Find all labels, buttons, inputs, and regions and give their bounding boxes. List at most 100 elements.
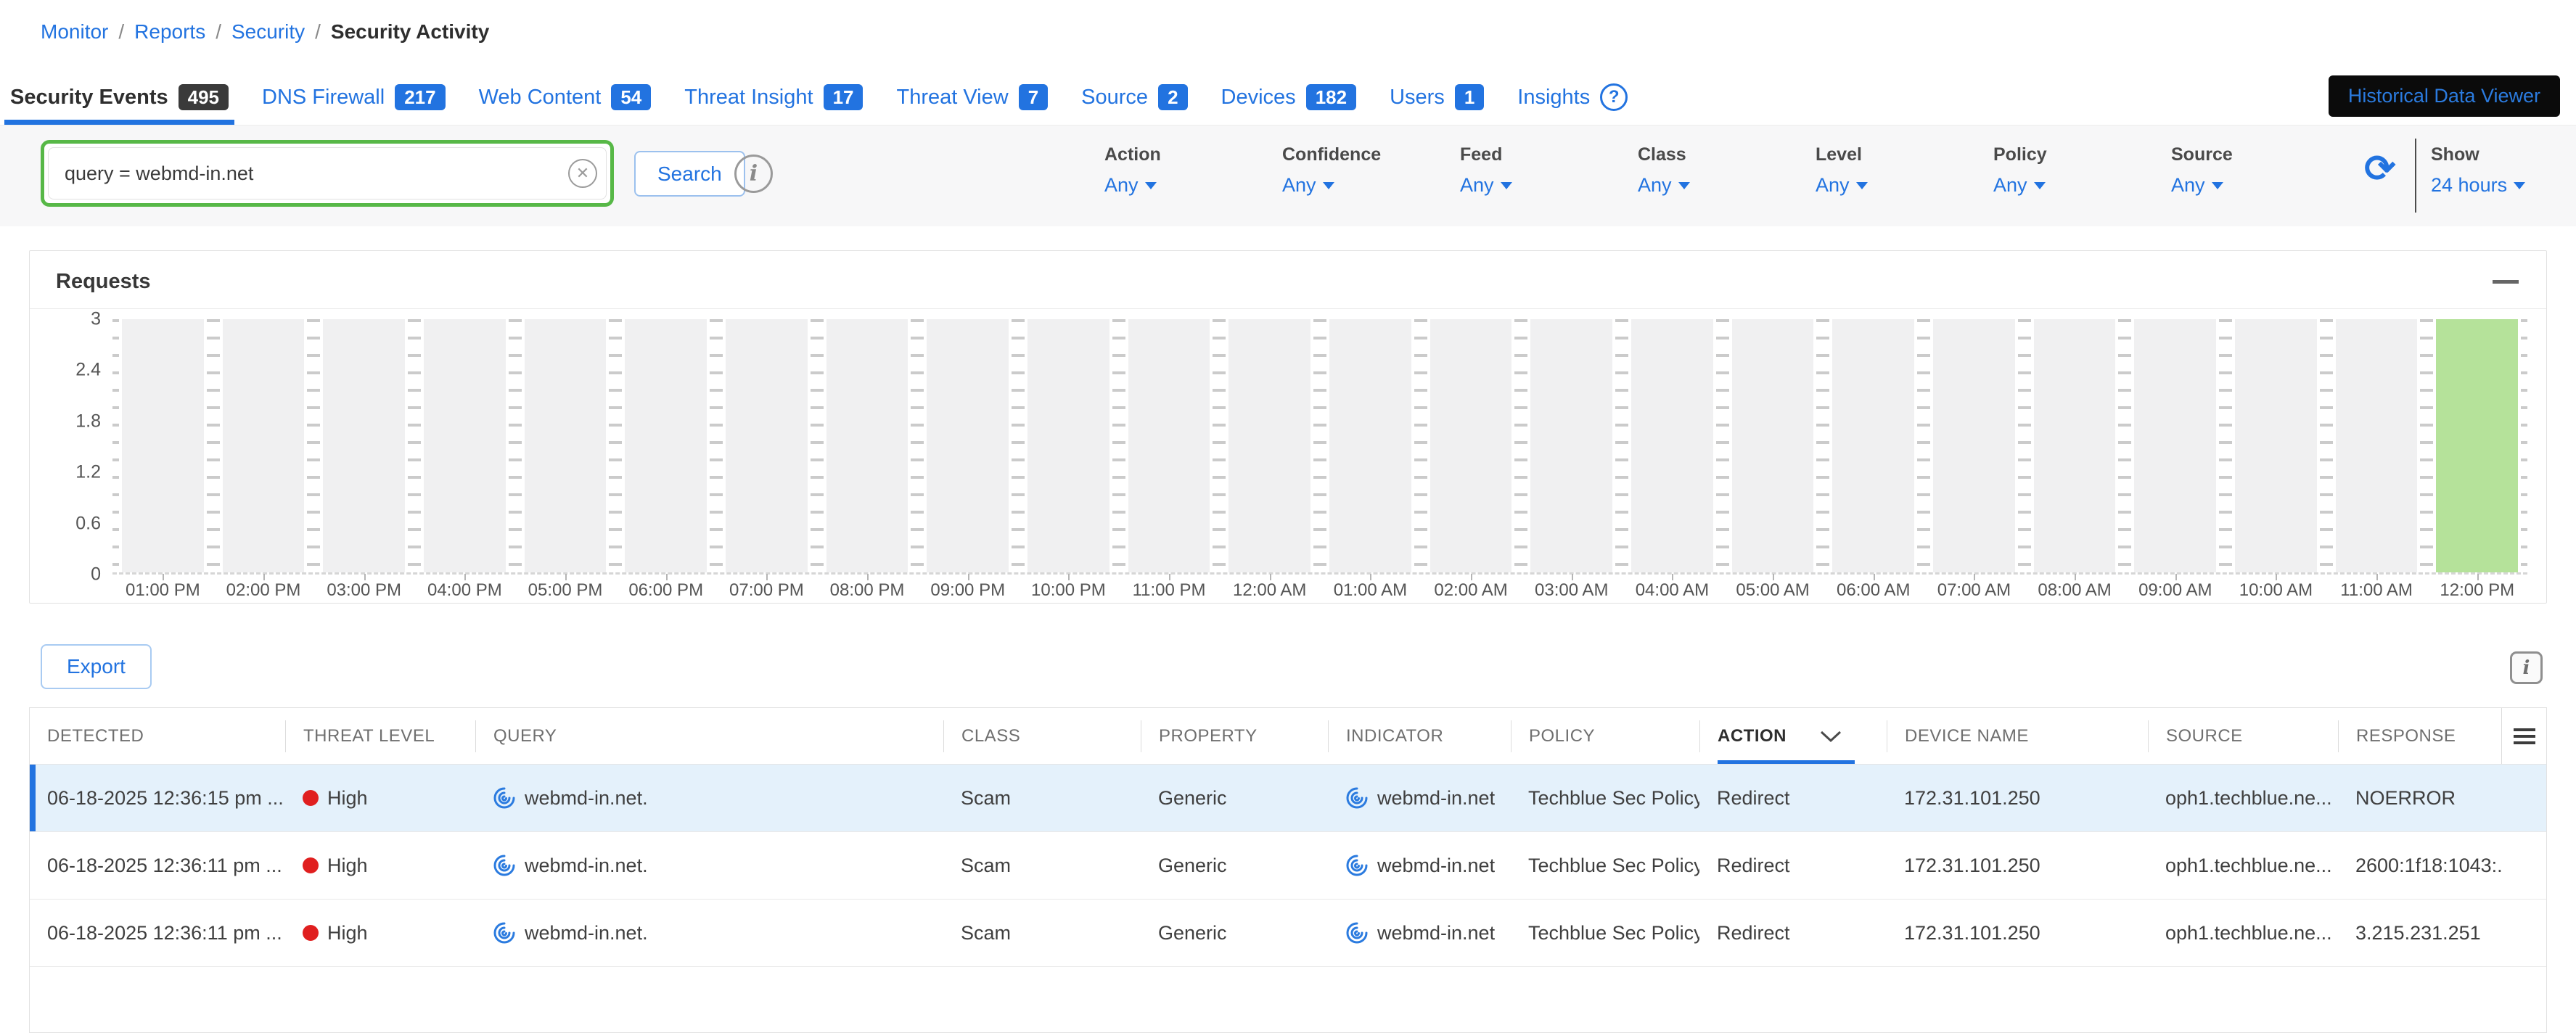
chart-slot [1421,319,1522,572]
cell-text: webmd-in.net. [525,787,648,810]
table-body: 06-18-2025 12:36:15 pm ...Highwebmd-in.n… [30,765,2546,967]
filter-value-text: Any [2171,174,2205,197]
column-header-device-name[interactable]: DEVICE NAME [1887,720,2148,752]
tab-dns-firewall[interactable]: DNS Firewall217 [262,70,446,125]
chart-band [424,319,506,572]
cell-text: Generic [1158,922,1227,944]
filter-confidence-dropdown[interactable]: Any [1282,174,1460,197]
chart-slot [414,319,515,572]
search-input[interactable] [48,147,607,199]
filter-group: ActionAnyConfidenceAnyFeedAnyClassAnyLev… [1104,144,2349,197]
filter-confidence: ConfidenceAny [1282,144,1460,197]
column-header-query[interactable]: QUERY [475,720,943,752]
chart-band [1832,319,1914,572]
column-header-label: DETECTED [47,726,144,746]
column-header-policy[interactable]: POLICY [1511,720,1699,752]
breadcrumb-link-security[interactable]: Security [231,20,305,44]
help-icon[interactable]: ? [1600,83,1628,111]
filter-policy-dropdown[interactable]: Any [1993,174,2171,197]
filter-value-text: Any [1282,174,1316,197]
tab-label: Threat View [896,86,1008,110]
threat-indicator-icon [493,786,516,810]
cell-text: webmd-in.net [1377,855,1495,877]
indicator-cell: webmd-in.net [1328,854,1511,877]
tab-threat-view[interactable]: Threat View 7 [896,70,1048,125]
chevron-down-icon [2514,182,2525,189]
tab-users[interactable]: Users1 [1390,70,1484,125]
filter-level-dropdown[interactable]: Any [1816,174,1993,197]
column-settings-button[interactable] [2501,708,2546,764]
threat-indicator-icon [493,854,516,877]
column-header-action[interactable]: ACTION [1699,720,1887,752]
breadcrumb-separator: / [216,20,221,44]
filter-value-text: Any [1993,174,2027,197]
policy-cell: Techblue Sec Policy [1511,855,1699,877]
chart-slot [917,319,1018,572]
table-row[interactable]: 06-18-2025 12:36:15 pm ...Highwebmd-in.n… [30,765,2546,832]
column-header-class[interactable]: CLASS [943,720,1141,752]
cell-text: webmd-in.net. [525,922,648,944]
column-header-detected[interactable]: DETECTED [30,720,285,752]
chart-band [1732,319,1814,572]
chart-x-axis: 01:00 PM02:00 PM03:00 PM04:00 PM05:00 PM… [112,580,2527,601]
tab-insights[interactable]: Insights? [1517,70,1628,125]
filter-feed-dropdown[interactable]: Any [1460,174,1638,197]
column-header-label: RESPONSE [2356,726,2456,746]
column-header-property[interactable]: PROPERTY [1141,720,1328,752]
show-range-dropdown[interactable]: 24 hours [2431,174,2525,197]
action-cell: Redirect [1699,922,1887,944]
chart-slot [1320,319,1421,572]
requests-chart: 32.41.81.20.60 01:00 PM02:00 PM03:00 PM0… [52,319,2527,601]
device-name-cell: 172.31.101.250 [1887,922,2148,944]
column-header-response[interactable]: RESPONSE [2338,720,2501,752]
x-tick-label: 12:00 PM [2427,580,2527,601]
column-header-source[interactable]: SOURCE [2148,720,2338,752]
x-tick-label: 01:00 AM [1320,580,1421,601]
tab-threat-insight[interactable]: Threat Insight 17 [684,70,863,125]
table-row[interactable]: 06-18-2025 12:36:11 pm ...Highwebmd-in.n… [30,900,2546,967]
tab-devices[interactable]: Devices182 [1221,70,1357,125]
collapse-panel-icon[interactable] [2493,280,2519,284]
tab-web-content[interactable]: Web Content54 [479,70,652,125]
column-header-indicator[interactable]: INDICATOR [1328,720,1511,752]
chevron-down-icon [1145,182,1157,189]
refresh-icon[interactable]: ⟳ [2364,150,2396,188]
cell-text: Generic [1158,855,1227,877]
clear-search-icon[interactable]: ✕ [568,159,597,188]
tab-source[interactable]: Source2 [1081,70,1187,125]
chevron-down-icon [1787,730,1842,743]
threat-level-cell: High [285,787,475,810]
column-header-threat-level[interactable]: THREAT LEVEL [285,720,475,752]
cell-text: webmd-in.net [1377,922,1495,944]
filter-label: Level [1816,144,1993,165]
chart-bar[interactable] [2436,319,2518,572]
table-info-icon[interactable]: i [2510,651,2543,684]
export-button[interactable]: Export [41,644,152,689]
source-cell: oph1.techblue.ne... [2148,922,2338,944]
breadcrumb-link-reports[interactable]: Reports [134,20,205,44]
x-tick-label: 03:00 AM [1521,580,1622,601]
search-info-icon[interactable]: i [734,155,773,193]
x-tick-label: 01:00 PM [112,580,213,601]
filter-source-dropdown[interactable]: Any [2171,174,2349,197]
cell-text: NOERROR [2355,787,2456,810]
column-header-label: ACTION [1718,726,1787,746]
filter-value-text: Any [1638,174,1672,197]
filter-class-dropdown[interactable]: Any [1638,174,1816,197]
x-tick-label: 10:00 PM [1018,580,1119,601]
tab-label: Security Events [10,86,168,110]
tab-label: Users [1390,86,1445,110]
tab-label: Devices [1221,86,1296,110]
filter-class: ClassAny [1638,144,1816,197]
toolbar-divider [2415,139,2416,213]
tab-label: Threat Insight [684,86,813,110]
tab-count-badge: 7 [1019,84,1048,111]
historical-data-viewer-button[interactable]: Historical Data Viewer [2329,75,2560,117]
policy-cell: Techblue Sec Policy [1511,787,1699,810]
breadcrumb-link-monitor[interactable]: Monitor [41,20,108,44]
tab-count-badge: 17 [824,84,864,111]
table-row[interactable]: 06-18-2025 12:36:11 pm ...Highwebmd-in.n… [30,832,2546,900]
filter-action-dropdown[interactable]: Any [1104,174,1282,197]
search-button[interactable]: Search [634,151,745,197]
tab-security-events[interactable]: Security Events495 [10,70,229,125]
